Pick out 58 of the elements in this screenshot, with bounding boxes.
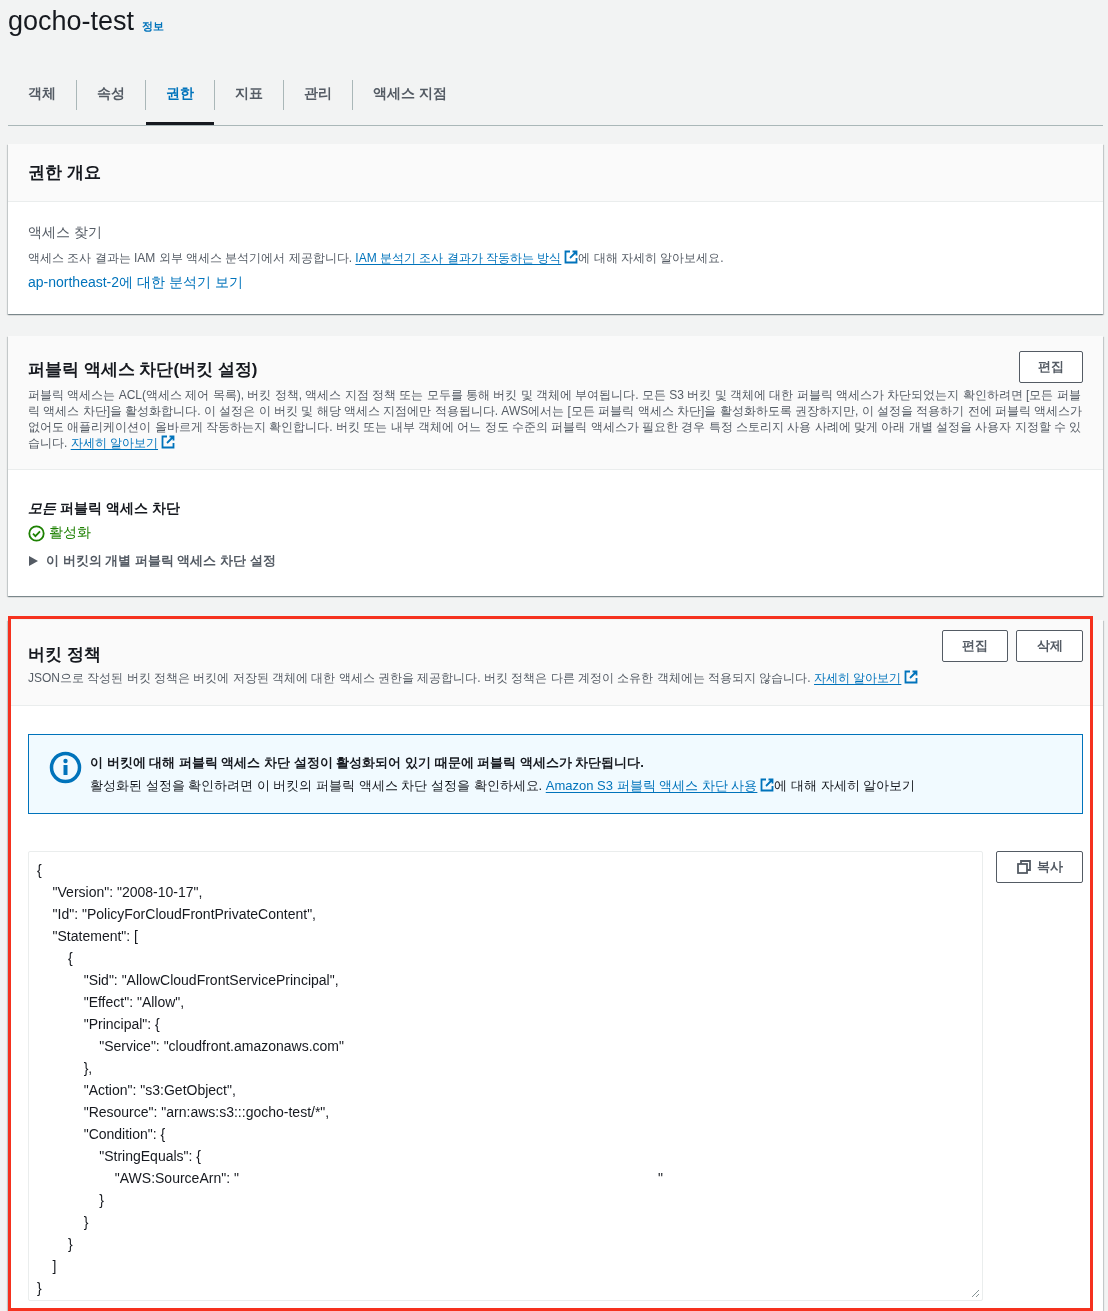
code-line: "AWS:SourceArn": " — [113, 1170, 239, 1186]
code-line: "Service": "cloudfront.amazonaws.com" — [98, 1038, 344, 1054]
description-text: JSON으로 작성된 버킷 정책은 버킷에 저장된 객체에 대한 액세스 권한을 제공합니다. 버킷 정책은 다른 계정이 소유한 객체에는 적용되지 않습니다. 자세히 알아보기 — [28, 670, 1083, 687]
description-text: 퍼블릭 액세스는 ACL(액세스 제어 목록), 버킷 정책, 액세스 지점 정책 또는 모두를 통해 버킷 및 객체에 부여됩니다. 모든 S3 버킷 및 객체에 대한 퍼블릭 액세스가 차단되었는지 확인하려면 [모든 퍼블릭 액세스 차단]을 활성화합니다. 이 설정은 이 버킷 및 해당 액세스 지점에만 적용됩니다. AWS에서는 [모든 퍼블릭 액세스 차단]을 활성화하도록 권장하지만, 이 설정을 적용하기 전에 퍼블릭 액세스가 없어도 애플리케이션이 올바르게 작동하는지 확인합니다. 버킷 또는 내부 객체에 어느 정도 수준의 퍼블릭 액세스가 필요한 경우 특정 스토리지 사용 사례에 맞게 아래 개별 설정을 사용자 지정할 수 있습니다. 자세히 알아보기 — [28, 387, 1083, 451]
setting-label: 모든 퍼블릭 액세스 차단 — [28, 500, 181, 518]
card-title: 버킷 정책 — [28, 644, 101, 666]
tab[interactable]: 관리 — [284, 65, 352, 125]
tab[interactable]: 액세스 지점 — [353, 65, 467, 125]
alert-text: 활성화된 설정을 확인하려면 이 버킷의 퍼블릭 액세스 차단 설정을 확인하세요. Amazon S3 퍼블릭 액세스 차단 사용 에 대해 자세히 알아보기 — [90, 777, 916, 795]
code-line: } — [98, 1192, 104, 1208]
external-link-icon — [564, 250, 579, 264]
edit-button[interactable]: 편집 — [942, 630, 1008, 662]
code-line: "Id": "PolicyForCloudFrontPrivateContent", — [51, 906, 316, 922]
info-link[interactable]: 정보 — [142, 19, 165, 34]
code-line: }, — [82, 1060, 93, 1076]
expand-toggle[interactable]: 이 버킷의 개별 퍼블릭 액세스 차단 설정 — [46, 552, 276, 570]
card-title: 퍼블릭 액세스 차단(버킷 설정) — [28, 359, 258, 381]
page-title: gocho-test — [8, 6, 135, 37]
external-link-icon — [161, 435, 175, 449]
copy-icon — [1016, 860, 1031, 874]
policy-code-field[interactable] — [28, 851, 983, 1301]
tab[interactable]: 속성 — [77, 65, 145, 125]
code-line: "Sid": "AllowCloudFrontServicePrincipal", — [82, 972, 339, 988]
analyzer-link[interactable]: ap-northeast-2에 대한 분석기 보기 — [28, 274, 243, 290]
resize-handle-icon[interactable] — [971, 1289, 980, 1298]
copy-button[interactable]: 복사 — [996, 851, 1083, 883]
code-line: "Action": "s3:GetObject", — [82, 1082, 236, 1098]
code-line: "Version": "2008-10-17", — [51, 884, 203, 900]
alert-title: 이 버킷에 대해 퍼블릭 액세스 차단 설정이 활성화되어 있기 때문에 퍼블릭 액세스가 차단됩니다. — [90, 754, 645, 772]
code-line: "Effect": "Allow", — [82, 994, 185, 1010]
code-line: "Statement": [ — [51, 928, 138, 944]
delete-button[interactable]: 삭제 — [1016, 630, 1083, 662]
external-link-icon — [760, 778, 775, 792]
code-line: "Resource": "arn:aws:s3:::gocho-test/*", — [82, 1104, 330, 1120]
card-title: 권한 개요 — [28, 162, 101, 184]
code-line: ] — [51, 1258, 57, 1274]
code-line: "Condition": { — [82, 1126, 166, 1142]
info-icon — [49, 751, 82, 784]
tab[interactable]: 객체 — [8, 65, 76, 125]
code-line: "StringEquals": { — [98, 1148, 201, 1164]
code-text: " — [657, 1170, 663, 1186]
learn-more-link[interactable]: Amazon S3 퍼블릭 액세스 차단 사용 — [545, 778, 758, 793]
learn-more-link[interactable]: IAM 분석기 조사 결과가 작동하는 방식 — [355, 251, 562, 265]
learn-more-link[interactable]: 자세히 알아보기 — [814, 671, 902, 685]
external-link-icon — [904, 670, 919, 684]
caret-icon[interactable] — [28, 556, 38, 566]
code-line: } — [67, 1236, 73, 1252]
tab[interactable]: 지표 — [215, 65, 283, 125]
edit-button[interactable]: 편집 — [1019, 351, 1083, 383]
code-line: } — [82, 1214, 89, 1230]
section-subtitle: 액세스 찾기 — [28, 224, 103, 242]
code-line: { — [37, 862, 42, 878]
description-text: 액세스 조사 결과는 IAM 외부 액세스 분석기에서 제공합니다. IAM 분석기 조사 결과가 작동하는 방식 에 대해 자세히 알아보세요. — [28, 250, 725, 267]
learn-more-link[interactable]: 자세히 알아보기 — [70, 436, 158, 450]
code-line: } — [37, 1280, 42, 1296]
code-line: { — [67, 950, 73, 966]
status-text: 활성화 — [49, 524, 91, 542]
code-line: "Principal": { — [82, 1016, 160, 1032]
